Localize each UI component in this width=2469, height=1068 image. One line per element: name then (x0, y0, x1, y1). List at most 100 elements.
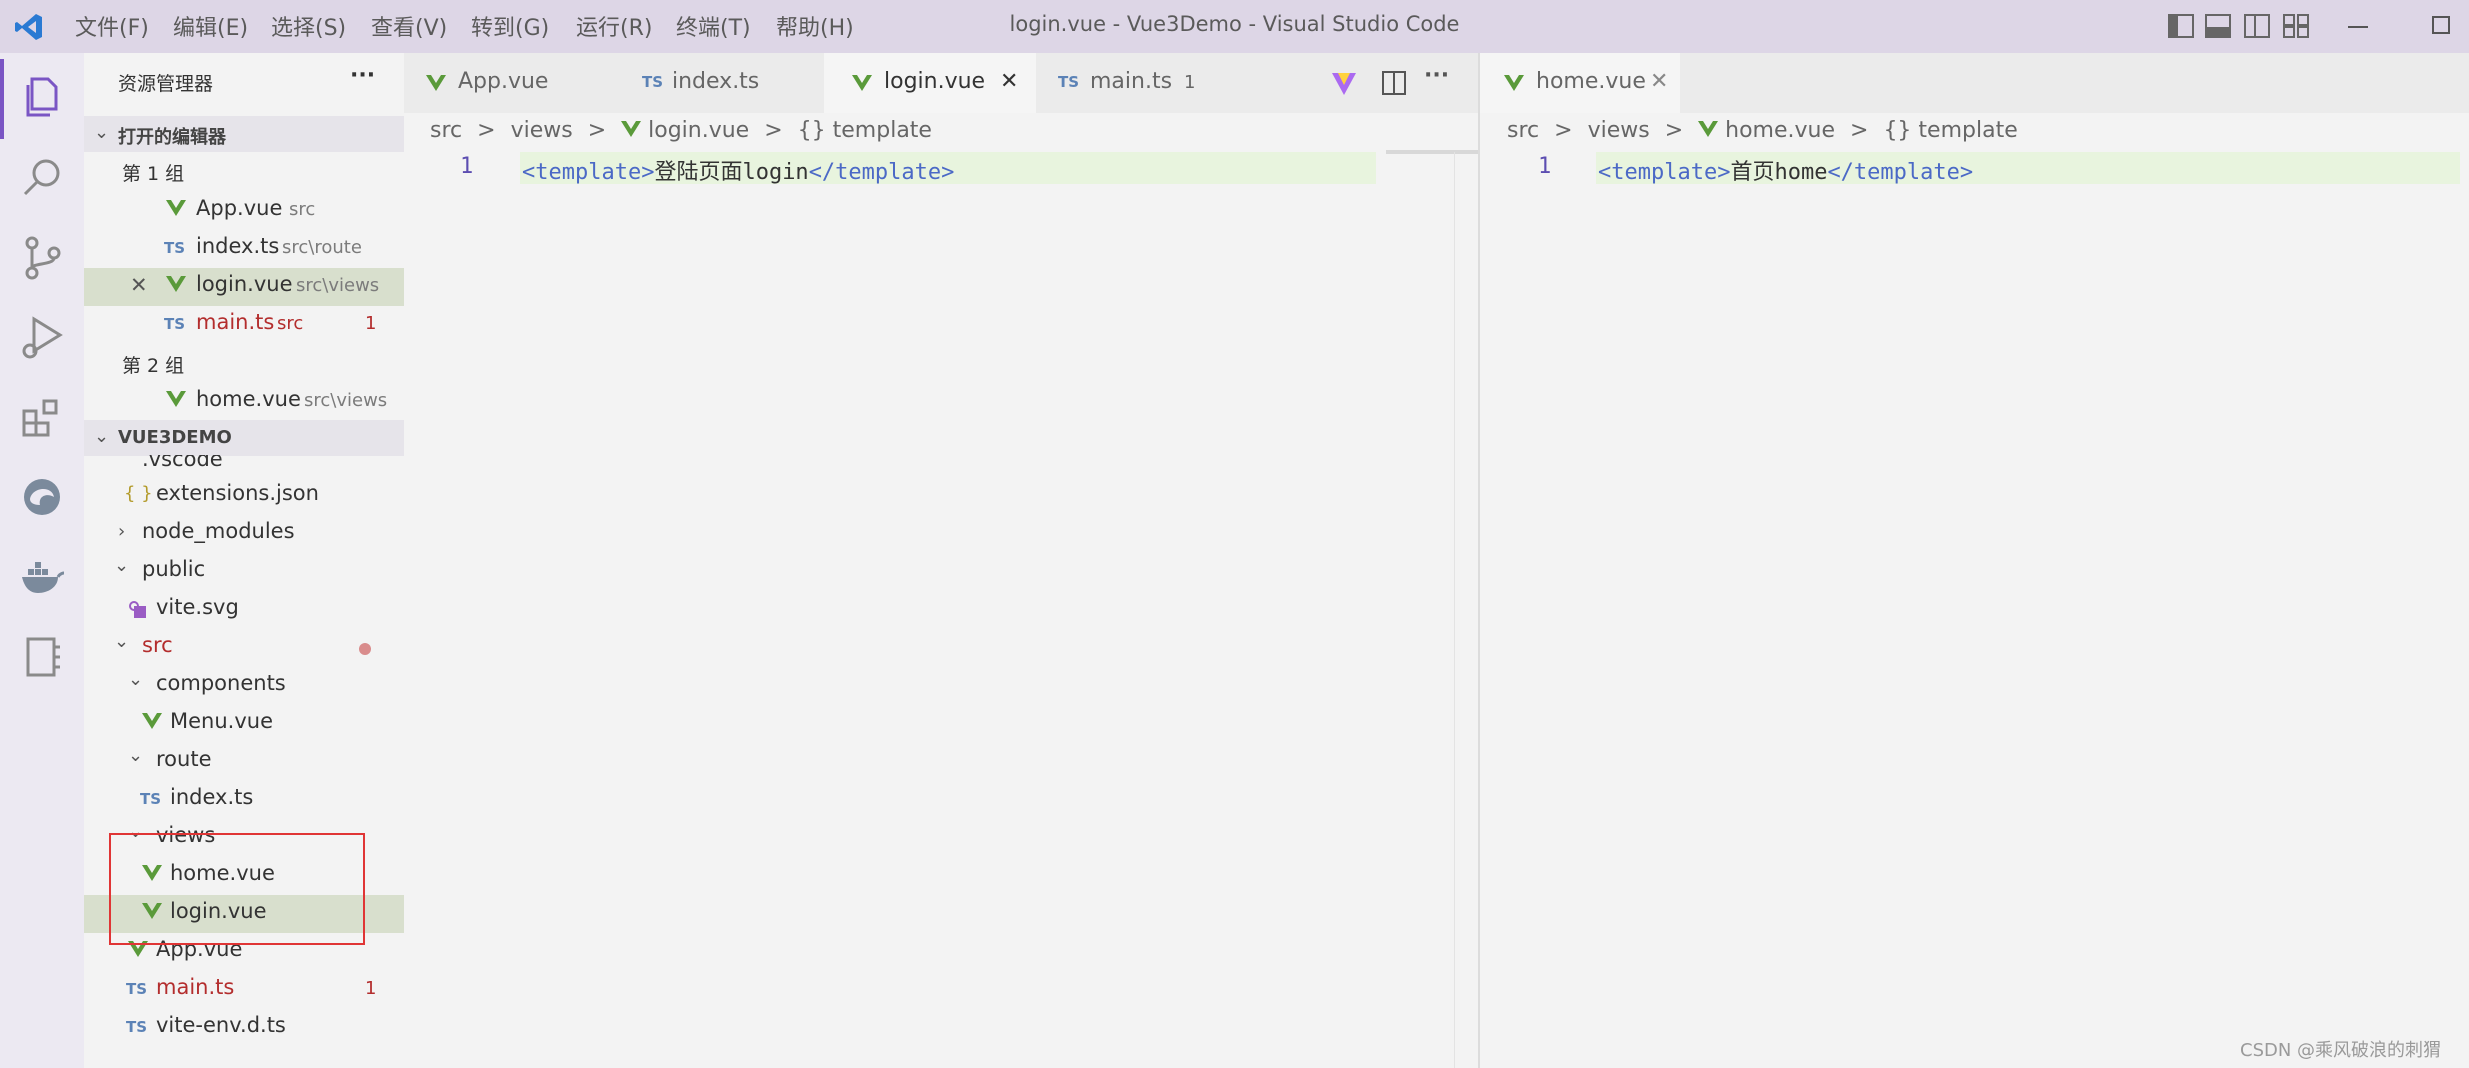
file-path: src\views (296, 275, 380, 296)
open-editor-home-vue[interactable]: home.vue src\views (84, 383, 404, 421)
code-line[interactable]: <template>首页home</template> (1598, 154, 1973, 186)
notebook-icon[interactable] (18, 633, 66, 681)
tree-components[interactable]: ⌄ components (84, 667, 404, 705)
file-name: index.ts (170, 785, 254, 809)
toggle-secondary-sidebar-icon[interactable] (2244, 14, 2270, 38)
breadcrumb-src[interactable]: src (430, 118, 462, 143)
menu-selection[interactable]: 选择(S) (271, 10, 346, 42)
breadcrumb-symbol[interactable]: {} template (798, 118, 932, 143)
tab-main-ts[interactable]: TS main.ts 1 (1036, 53, 1242, 113)
folder-name: public (142, 557, 206, 581)
tree-extensions-json[interactable]: { } extensions.json (84, 477, 404, 515)
code-line[interactable]: <template>登陆页面login</template> (522, 154, 954, 186)
code-open-tag: <template> (1598, 160, 1731, 185)
vscode-logo-icon[interactable] (14, 12, 44, 42)
file-path: src\route (282, 237, 362, 258)
editor-tabs-group1: App.vue TS index.ts login.vue ✕ TS main.… (404, 53, 1479, 113)
vue-file-icon (1504, 75, 1524, 91)
tab-app-vue[interactable]: App.vue (404, 53, 604, 113)
open-editor-app-vue[interactable]: App.vue src (84, 192, 404, 230)
tab-label: login.vue (884, 69, 986, 94)
split-editor-icon[interactable] (1382, 71, 1406, 95)
breadcrumb-group2: src > views > home.vue > {} template (1507, 118, 2018, 143)
breadcrumb-symbol[interactable]: {} template (1883, 118, 2017, 143)
menu-terminal[interactable]: 终端(T) (676, 10, 751, 42)
ts-file-icon: TS (126, 980, 148, 998)
editor-tabs-group2: home.vue ✕ (1480, 53, 2469, 113)
folder-name: node_modules (142, 519, 295, 543)
open-editor-main-ts[interactable]: TS main.ts src 1 (84, 306, 404, 344)
file-name: main.ts (196, 310, 275, 334)
vite-plugin-icon[interactable] (1330, 69, 1358, 97)
docker-icon[interactable] (18, 553, 66, 601)
file-name: Menu.vue (170, 709, 273, 733)
open-editor-index-ts[interactable]: TS index.ts src\route (84, 230, 404, 268)
editor-more-actions[interactable]: ··· (1424, 63, 1449, 88)
tree-src[interactable]: ⌄ src (84, 629, 404, 667)
file-name: index.ts (196, 234, 280, 258)
file-name: extensions.json (156, 481, 319, 505)
tree-menu-vue[interactable]: Menu.vue (84, 705, 404, 743)
tree-vite-env[interactable]: TS vite-env.d.ts (84, 1009, 404, 1047)
menu-help[interactable]: 帮助(H) (776, 10, 854, 42)
breadcrumb-src[interactable]: src (1507, 118, 1539, 143)
close-icon[interactable]: ✕ (130, 273, 148, 297)
open-editors-header[interactable]: ⌄ 打开的编辑器 (84, 116, 404, 152)
json-file-icon: { } (124, 483, 153, 504)
breadcrumb-views[interactable]: views (1588, 118, 1650, 143)
problem-count-badge: 1 (365, 313, 377, 334)
tab-close-icon[interactable]: ✕ (1650, 69, 1668, 94)
search-icon[interactable] (18, 153, 66, 201)
file-name: home.vue (196, 387, 301, 411)
menu-go[interactable]: 转到(G) (471, 10, 549, 42)
chevron-down-icon: ⌄ (114, 631, 130, 652)
breadcrumb-file[interactable]: home.vue (1725, 118, 1835, 143)
tree-index-ts[interactable]: TS index.ts (84, 781, 404, 819)
file-name: App.vue (196, 196, 283, 220)
open-editor-login-vue[interactable]: ✕ login.vue src\views (84, 268, 404, 306)
code-text: 首页home (1730, 160, 1828, 185)
minimize-icon[interactable] (2348, 26, 2368, 28)
code-close-tag: </template> (808, 160, 955, 185)
project-header[interactable]: ⌄ VUE3DEMO (84, 420, 404, 456)
tree-public[interactable]: ⌄ public (84, 553, 404, 591)
chevron-down-icon: ⌄ (94, 122, 110, 143)
tree-main-ts[interactable]: TS main.ts 1 (84, 971, 404, 1009)
vue-file-icon (142, 713, 162, 729)
menu-view[interactable]: 查看(V) (371, 10, 447, 42)
breadcrumb-group1: src > views > login.vue > {} template (430, 118, 932, 143)
scrollbar-track[interactable] (1454, 152, 1479, 1068)
vue-file-icon (1698, 121, 1719, 137)
tree-node-modules[interactable]: › node_modules (84, 515, 404, 553)
menu-file[interactable]: 文件(F) (75, 10, 149, 42)
vue-file-icon (852, 75, 872, 91)
tab-home-vue[interactable]: home.vue ✕ (1480, 53, 1680, 113)
tab-label: home.vue (1536, 69, 1646, 94)
toggle-primary-sidebar-icon[interactable] (2168, 14, 2194, 38)
tree-vite-svg[interactable]: vite.svg (84, 591, 404, 629)
chevron-down-icon: ⌄ (94, 426, 110, 447)
source-control-icon[interactable] (18, 233, 66, 281)
tree-route[interactable]: ⌄ route (84, 743, 404, 781)
extensions-icon[interactable] (18, 393, 66, 441)
breadcrumb-views[interactable]: views (511, 118, 573, 143)
editor-group-divider[interactable] (1478, 53, 1480, 1068)
run-debug-icon[interactable] (18, 313, 66, 361)
restore-icon[interactable] (2432, 16, 2450, 34)
tab-index-ts[interactable]: TS index.ts (608, 53, 824, 113)
sidebar-title: 资源管理器 (118, 73, 214, 95)
problem-count-badge: 1 (1184, 72, 1196, 93)
vue-file-icon (166, 276, 186, 292)
folder-name: components (156, 671, 286, 695)
sidebar-more-actions[interactable]: ··· (350, 63, 375, 88)
tab-close-icon[interactable]: ✕ (1000, 69, 1018, 94)
toggle-panel-icon[interactable] (2205, 14, 2231, 38)
menu-run[interactable]: 运行(R) (576, 10, 652, 42)
breadcrumb-file[interactable]: login.vue (648, 118, 749, 143)
code-open-tag: <template> (522, 160, 655, 185)
menu-edit[interactable]: 编辑(E) (173, 10, 248, 42)
explorer-icon[interactable] (18, 73, 66, 121)
customize-layout-icon[interactable] (2283, 14, 2309, 38)
tab-login-vue[interactable]: login.vue ✕ (824, 53, 1036, 113)
edge-devtools-icon[interactable] (18, 473, 66, 521)
